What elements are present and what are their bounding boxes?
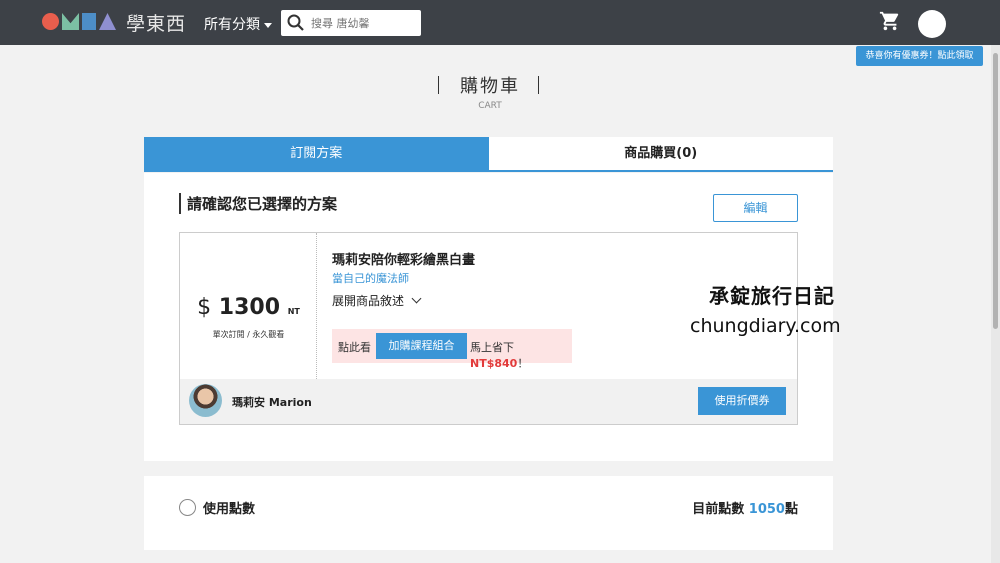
search-box[interactable] bbox=[281, 10, 421, 36]
use-points-label[interactable]: 使用點數 bbox=[203, 498, 255, 517]
promo-end: ！ bbox=[517, 357, 529, 370]
use-coupon-button[interactable]: 使用折價券 bbox=[698, 387, 786, 415]
watermark-title: 承錠旅行日記 bbox=[709, 284, 835, 308]
price-column: $ 1300 NT 單次訂閱 / 永久觀看 bbox=[180, 233, 317, 379]
chevron-down-icon bbox=[411, 293, 422, 304]
section-title: 請確認您已選擇的方案 bbox=[179, 193, 337, 214]
cart-icon[interactable] bbox=[879, 10, 901, 32]
bundle-promo-banner: 點此看 加購課程組合 馬上省下 NT$840！ bbox=[332, 329, 572, 370]
edit-button[interactable]: 編輯 bbox=[713, 194, 798, 222]
logo-triangle-shape bbox=[99, 13, 116, 30]
promo-amount: NT$840 bbox=[470, 357, 518, 370]
price-value: 1300 bbox=[218, 295, 281, 320]
use-points-radio[interactable] bbox=[179, 499, 196, 516]
points-card: 使用點數 目前點數 1050點 bbox=[144, 476, 833, 550]
current-points-prefix: 目前點數 bbox=[692, 502, 745, 517]
logo-circle-shape bbox=[42, 13, 59, 30]
top-navbar: 學東西 所有分類 bbox=[0, 0, 1000, 45]
tab-subscription[interactable]: 訂閱方案 bbox=[144, 137, 489, 170]
page-title: 購物車 bbox=[460, 76, 520, 97]
user-avatar[interactable] bbox=[918, 10, 946, 38]
promo-prefix: 點此看 bbox=[338, 341, 371, 354]
logo-m-shape bbox=[62, 13, 79, 30]
title-left-divider bbox=[438, 76, 439, 94]
currency-symbol: $ bbox=[197, 295, 212, 320]
coupon-notice-badge[interactable]: 恭喜你有優惠券！點此領取 bbox=[856, 46, 983, 66]
caret-down-icon bbox=[264, 22, 272, 28]
current-points-value: 1050 bbox=[748, 502, 785, 517]
tab-product-purchase[interactable]: 商品購買(0) bbox=[489, 137, 834, 170]
price-note: 單次訂閱 / 永久觀看 bbox=[212, 330, 285, 339]
price-unit: NT bbox=[287, 307, 300, 316]
price: $ 1300 NT bbox=[180, 295, 317, 320]
expand-label: 展開商品敘述 bbox=[332, 294, 405, 308]
category-menu-label: 所有分類 bbox=[204, 17, 260, 33]
logo-bar-shape bbox=[82, 13, 96, 30]
scrollbar-thumb[interactable] bbox=[993, 53, 998, 329]
page-subtitle: CART bbox=[478, 101, 502, 111]
promo-text: 馬上省下 NT$840！ bbox=[470, 339, 572, 371]
search-icon[interactable] bbox=[287, 14, 305, 32]
course-subtitle: 當自己的魔法師 bbox=[332, 272, 409, 285]
title-right-divider bbox=[538, 76, 539, 94]
plan-footer: 瑪莉安 Marion 使用折價券 bbox=[180, 379, 797, 424]
current-points: 目前點數 1050點 bbox=[692, 498, 798, 517]
category-menu[interactable]: 所有分類 bbox=[204, 14, 272, 34]
site-logo[interactable] bbox=[42, 13, 119, 30]
promo-suffix: 馬上省下 bbox=[470, 341, 514, 354]
page-title-block: 購物車 CART bbox=[430, 72, 550, 111]
brand-name[interactable]: 學東西 bbox=[126, 9, 186, 36]
teacher-name: 瑪莉安 Marion bbox=[232, 396, 312, 409]
cart-tabs: 訂閱方案 商品購買(0) bbox=[144, 137, 833, 172]
bundle-promo-button[interactable]: 加購課程組合 bbox=[376, 333, 467, 359]
teacher-avatar bbox=[189, 384, 222, 417]
watermark-url: chungdiary.com bbox=[690, 315, 841, 337]
course-title: 瑪莉安陪你輕彩繪黑白畫 bbox=[332, 253, 476, 268]
search-input[interactable] bbox=[311, 14, 415, 32]
expand-description-toggle[interactable]: 展開商品敘述 bbox=[332, 292, 422, 309]
current-points-suffix: 點 bbox=[784, 502, 798, 517]
page-scrollbar[interactable] bbox=[991, 45, 1000, 563]
